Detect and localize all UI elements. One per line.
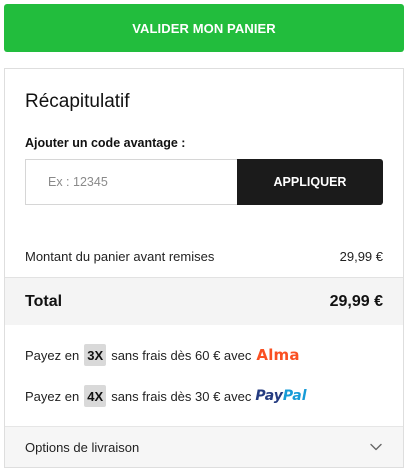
order-summary-panel: Récapitulatif Ajouter un code avantage :… [4, 68, 404, 468]
apply-promo-button[interactable]: APPLIQUER [237, 159, 383, 205]
installment-prefix: Payez en [25, 388, 80, 404]
paypal-logo: PayPal [255, 388, 307, 404]
alma-logo: Alma [256, 346, 300, 364]
chevron-down-icon [370, 443, 382, 451]
summary-title: Récapitulatif [25, 91, 130, 112]
subtotal-row: Montant du panier avant remises 29,99 € [25, 241, 383, 271]
installment-condition: sans frais dès 60 € avec [111, 347, 252, 363]
installment-prefix: Payez en [25, 347, 80, 363]
total-row: Total 29,99 € [5, 277, 403, 325]
installment-paypal-row: Payez en 4X sans frais dès 30 € avec Pay… [25, 384, 383, 408]
delivery-options-toggle[interactable]: Options de livraison [5, 426, 403, 467]
delivery-options-label: Options de livraison [25, 439, 140, 455]
promo-code-input[interactable] [25, 159, 237, 205]
installment-count-badge: 3X [84, 344, 107, 366]
total-value: 29,99 € [329, 292, 383, 310]
installment-count-badge: 4X [84, 385, 107, 407]
subtotal-value: 29,99 € [339, 248, 383, 264]
promo-code-label: Ajouter un code avantage : [25, 136, 186, 150]
validate-cart-button[interactable]: VALIDER MON PANIER [4, 4, 404, 52]
total-label: Total [25, 292, 63, 310]
installment-alma-row: Payez en 3X sans frais dès 60 € avec Alm… [25, 343, 383, 367]
subtotal-label: Montant du panier avant remises [25, 248, 215, 264]
installment-condition: sans frais dès 30 € avec [111, 388, 252, 404]
